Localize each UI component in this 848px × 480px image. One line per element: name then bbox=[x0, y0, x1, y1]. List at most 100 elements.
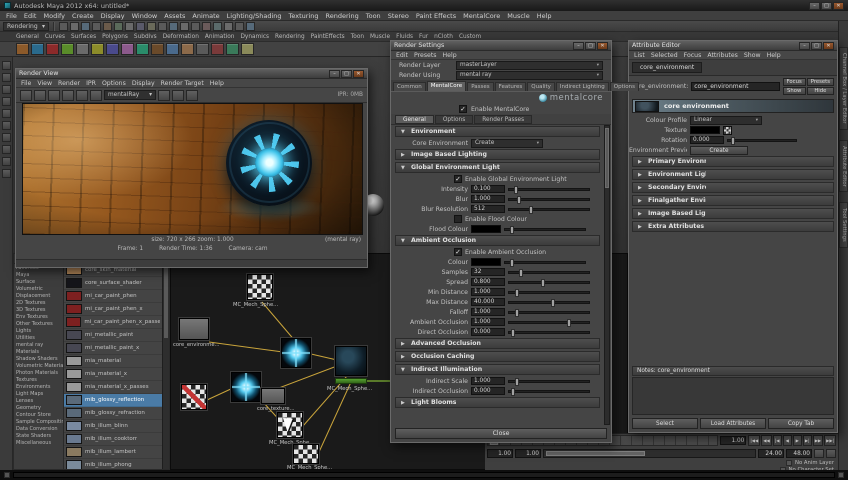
section-arrow-icon[interactable]: ▶ bbox=[638, 185, 645, 191]
menu-item[interactable]: Toon bbox=[366, 12, 381, 20]
value-field[interactable]: 0.800 bbox=[471, 278, 505, 286]
create-category[interactable]: Miscellaneous bbox=[14, 440, 63, 447]
playback-button[interactable]: ▶| bbox=[802, 435, 812, 446]
menu-item[interactable]: Assets bbox=[164, 12, 185, 20]
menu-item[interactable]: Rendering bbox=[326, 12, 359, 20]
settings-subtab[interactable]: General bbox=[395, 114, 434, 124]
menu-item[interactable]: Edit bbox=[396, 52, 408, 59]
shelf-icon[interactable] bbox=[151, 43, 164, 55]
shelf-icon[interactable] bbox=[106, 43, 119, 55]
menu-item[interactable]: Help bbox=[443, 52, 457, 59]
playback-button[interactable]: ▶▶ bbox=[812, 435, 824, 446]
alpha-channel-icon[interactable] bbox=[172, 89, 184, 101]
shelf-icon[interactable] bbox=[61, 43, 74, 55]
create-category[interactable]: Photon Materials bbox=[14, 370, 63, 377]
status-icon[interactable] bbox=[103, 21, 112, 31]
section-arrow-icon[interactable]: ▼ bbox=[401, 165, 408, 171]
maximize-button[interactable]: □ bbox=[811, 41, 822, 50]
shelf-icon[interactable] bbox=[226, 43, 239, 55]
menu-item[interactable]: Attributes bbox=[707, 52, 738, 59]
shelf-tab[interactable]: Curves bbox=[45, 34, 65, 40]
create-category[interactable]: Textures bbox=[14, 377, 63, 384]
create-category[interactable]: Lenses bbox=[14, 398, 63, 405]
slider-thumb[interactable] bbox=[510, 328, 515, 337]
create-category[interactable]: Shadow Shaders bbox=[14, 356, 63, 363]
create-category[interactable]: Volumetric bbox=[14, 286, 63, 293]
section-arrow-icon[interactable]: ▶ bbox=[638, 172, 645, 178]
section-arrow-icon[interactable]: ▼ bbox=[401, 238, 408, 244]
tool-icon[interactable] bbox=[1, 73, 11, 82]
slider-thumb[interactable] bbox=[509, 258, 514, 267]
value-field[interactable]: 1.000 bbox=[471, 308, 505, 316]
range-slider[interactable] bbox=[543, 448, 756, 458]
render-layer-dropdown[interactable]: masterLayer ▾ bbox=[456, 60, 603, 70]
checkbox[interactable] bbox=[454, 248, 462, 256]
noise-texture-node[interactable] bbox=[231, 372, 261, 402]
shelf-tab[interactable]: Deformation bbox=[163, 34, 199, 40]
section-arrow-icon[interactable]: ▶ bbox=[401, 341, 408, 347]
section-arrow-icon[interactable]: ▶ bbox=[401, 354, 408, 360]
menu-item[interactable]: Modify bbox=[43, 12, 65, 20]
playback-button[interactable]: |◀◀ bbox=[748, 435, 761, 446]
tool-icon[interactable] bbox=[1, 97, 11, 106]
slider-thumb[interactable] bbox=[515, 377, 520, 386]
setting-slider[interactable] bbox=[508, 205, 590, 214]
settings-tab[interactable]: Options bbox=[609, 82, 639, 91]
broken-checker-texture-node[interactable] bbox=[181, 384, 207, 410]
shelf-tab[interactable]: Surfaces bbox=[71, 34, 96, 40]
attribute-editor-button[interactable]: Show bbox=[782, 87, 806, 95]
create-category[interactable]: Volumetric Materials bbox=[14, 363, 63, 370]
status-icon[interactable] bbox=[70, 21, 79, 31]
setting-slider[interactable] bbox=[508, 278, 590, 287]
render-region-icon[interactable] bbox=[34, 89, 46, 101]
shelf-icon[interactable] bbox=[76, 43, 89, 55]
settings-tab[interactable]: Features bbox=[494, 82, 527, 91]
menu-item[interactable]: Render bbox=[58, 80, 80, 87]
color-swatch[interactable] bbox=[690, 126, 720, 134]
current-time-field[interactable]: 1.00 bbox=[720, 436, 747, 445]
menu-item[interactable]: Presets bbox=[414, 52, 437, 59]
menu-item[interactable]: Help bbox=[210, 80, 224, 87]
texture-node[interactable] bbox=[293, 444, 319, 464]
scrollbar-thumb[interactable] bbox=[605, 128, 609, 188]
menu-item[interactable]: Edit bbox=[24, 12, 37, 20]
shader-list-item[interactable]: mi_car_paint_phen_x bbox=[64, 303, 162, 316]
shelf-tab[interactable]: Fur bbox=[419, 34, 428, 40]
create-category[interactable]: Other Textures bbox=[14, 321, 63, 328]
shelf-tab[interactable]: Fluids bbox=[396, 34, 413, 40]
create-category[interactable]: Utilities bbox=[14, 335, 63, 342]
section-arrow-icon[interactable]: ▶ bbox=[401, 400, 408, 406]
menu-item[interactable]: Help bbox=[767, 52, 781, 59]
enable-mentalcore-checkbox[interactable] bbox=[459, 105, 467, 113]
playback-button[interactable]: ◀◀ bbox=[761, 435, 772, 446]
create-category[interactable]: Sample Compositing bbox=[14, 419, 63, 426]
shelf-icon[interactable] bbox=[211, 43, 224, 55]
shelf-tab[interactable]: nCloth bbox=[434, 34, 453, 40]
renderer-dropdown[interactable]: mentalRay ▾ bbox=[104, 90, 156, 100]
shader-sphere-node[interactable] bbox=[335, 346, 367, 376]
shader-list-item[interactable]: mib_illum_phong bbox=[64, 459, 162, 469]
setting-slider[interactable] bbox=[508, 308, 590, 317]
slider-thumb[interactable] bbox=[515, 308, 520, 317]
value-field[interactable]: 512 bbox=[471, 205, 505, 213]
status-icon[interactable] bbox=[81, 21, 90, 31]
status-icon[interactable] bbox=[246, 21, 255, 31]
shader-list-item[interactable]: mia_material_x bbox=[64, 368, 162, 381]
status-icon[interactable] bbox=[158, 21, 167, 31]
command-line-input[interactable] bbox=[13, 472, 835, 478]
render-settings-titlebar[interactable]: Render Settings – □ ✕ bbox=[391, 41, 611, 51]
shader-list-item[interactable]: mi_metallic_paint bbox=[64, 329, 162, 342]
create-category[interactable]: State Shaders bbox=[14, 433, 63, 440]
settings-tab[interactable]: Quality bbox=[527, 82, 555, 91]
attribute-editor-button[interactable]: Hide bbox=[806, 87, 834, 95]
playback-button[interactable]: ▶▶| bbox=[824, 435, 836, 446]
animation-preferences-icon[interactable] bbox=[826, 448, 836, 458]
shelf-tab[interactable]: Dynamics bbox=[240, 34, 269, 40]
maximize-button[interactable]: □ bbox=[585, 41, 596, 50]
status-icon[interactable] bbox=[125, 21, 134, 31]
value-field[interactable]: 1.000 bbox=[471, 318, 505, 326]
material-sample-swatch[interactable] bbox=[635, 100, 659, 112]
shader-list-item[interactable]: mib_glossy_refraction bbox=[64, 407, 162, 420]
attribute-button[interactable]: Create bbox=[690, 145, 748, 155]
menu-item[interactable]: Muscle bbox=[507, 12, 530, 20]
